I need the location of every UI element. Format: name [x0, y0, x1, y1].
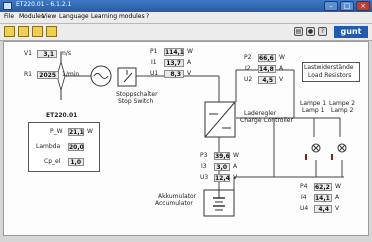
u1-unit: V [187, 70, 192, 77]
i4-unit: A [335, 194, 340, 201]
p1-label: P1 [150, 48, 158, 55]
generator-icon [90, 65, 112, 87]
pw-value: 21,1 [68, 128, 84, 136]
i2-value: 14,8 [258, 65, 276, 73]
stop-switch-icon [117, 67, 137, 87]
folder-button[interactable] [32, 26, 43, 37]
lamp-2-icon [331, 143, 347, 160]
i1-value: 13,7 [164, 59, 184, 67]
lamp-1-icon [305, 143, 321, 160]
r1-label: R1 [24, 71, 32, 78]
p2-unit: W [279, 54, 285, 61]
i3-value: 3,0 [214, 163, 230, 171]
accumulator-icon [203, 189, 235, 217]
title-bar: ET220.01 - 6.1.2.1 – □ × [0, 0, 372, 12]
open-button[interactable] [4, 26, 15, 37]
u2-unit: V [279, 76, 284, 83]
p4-value: 62,2 [314, 183, 332, 191]
app-icon [3, 2, 12, 10]
menu-modules[interactable]: Modules [19, 13, 44, 20]
v1-label: V1 [24, 50, 32, 57]
r1-value: 2025 [37, 71, 59, 79]
app-window: ET220.01 - 6.1.2.1 – □ × File Modules Vi… [0, 0, 372, 242]
pw-unit: W [87, 128, 93, 135]
i1-label: I1 [151, 59, 157, 66]
lambda-value: 20,0 [68, 143, 84, 151]
export-button[interactable] [46, 26, 57, 37]
i3-label: I3 [201, 163, 207, 170]
cp-label: Cp_el [44, 158, 61, 165]
u3-unit: V [233, 174, 238, 181]
controller-label-en: Charge Controller [240, 117, 293, 124]
v1-unit: m/s [60, 50, 71, 57]
window-title: ET220.01 - 6.1.2.1 [16, 1, 72, 8]
u4-unit: V [335, 205, 340, 212]
u1-value: 8,3 [164, 70, 184, 78]
load-label-de: Lastwiderstände [304, 64, 354, 71]
p1-value: 114,1 [164, 48, 184, 56]
menu-bar: File Modules View Language Learning modu… [0, 12, 372, 24]
u2-label: U2 [244, 76, 253, 83]
u2-value: 4,5 [258, 76, 276, 84]
menu-file[interactable]: File [4, 13, 14, 20]
p2-value: 66,6 [258, 54, 276, 62]
gunt-logo: gunt [334, 26, 368, 38]
u4-value: 4,4 [314, 205, 332, 213]
p3-value: 39,6 [214, 152, 230, 160]
record-icon[interactable]: ● [306, 27, 315, 36]
menu-help[interactable]: ? [146, 13, 149, 20]
i1-unit: A [187, 59, 192, 66]
i3-unit: A [233, 163, 238, 170]
charge-controller-icon [204, 101, 236, 138]
lamp2-label-en: Lamp 2 [331, 107, 354, 114]
u3-label: U3 [200, 174, 209, 181]
toolbar: ▤ ● ? gunt [0, 24, 372, 41]
maximize-button[interactable]: □ [340, 1, 354, 11]
p2-label: P2 [244, 54, 252, 61]
minimize-button[interactable]: – [324, 1, 338, 11]
i2-unit: A [279, 65, 284, 72]
i4-value: 14,1 [314, 194, 332, 202]
panel-title: ET220.01 [46, 112, 78, 119]
i4-label: I4 [301, 194, 307, 201]
u3-value: 12,4 [214, 174, 230, 182]
battery-label-en: Accumulator [155, 200, 193, 207]
p1-unit: W [187, 48, 193, 55]
menu-learning-modules[interactable]: Learning modules [91, 13, 145, 20]
p4-label: P4 [300, 183, 308, 190]
save-button[interactable] [18, 26, 29, 37]
p3-label: P3 [200, 152, 208, 159]
schematic-canvas: V1 3,1 m/s R1 2025 1/min ET220.01 P_W 21… [3, 41, 369, 236]
p4-unit: W [335, 183, 341, 190]
menu-language[interactable]: Language [59, 13, 89, 20]
help-icon[interactable]: ? [318, 27, 327, 36]
close-button[interactable]: × [356, 1, 370, 11]
v1-value: 3,1 [37, 50, 57, 58]
r1-unit: 1/min [62, 71, 80, 78]
lambda-label: Lambda [36, 143, 61, 150]
cp-value: 1,0 [68, 158, 84, 166]
u1-label: U1 [150, 70, 159, 77]
pw-label: P_W [50, 128, 63, 135]
status-bar [0, 236, 372, 242]
p3-unit: W [233, 152, 239, 159]
lamp1-label-en: Lamp 1 [302, 107, 325, 114]
u4-label: U4 [300, 205, 309, 212]
load-label-en: Load Resistors [308, 72, 352, 79]
i2-label: I2 [245, 65, 251, 72]
print-icon[interactable]: ▤ [294, 27, 303, 36]
stop-switch-label-en: Stop Switch [118, 98, 154, 105]
menu-view[interactable]: View [42, 13, 56, 20]
